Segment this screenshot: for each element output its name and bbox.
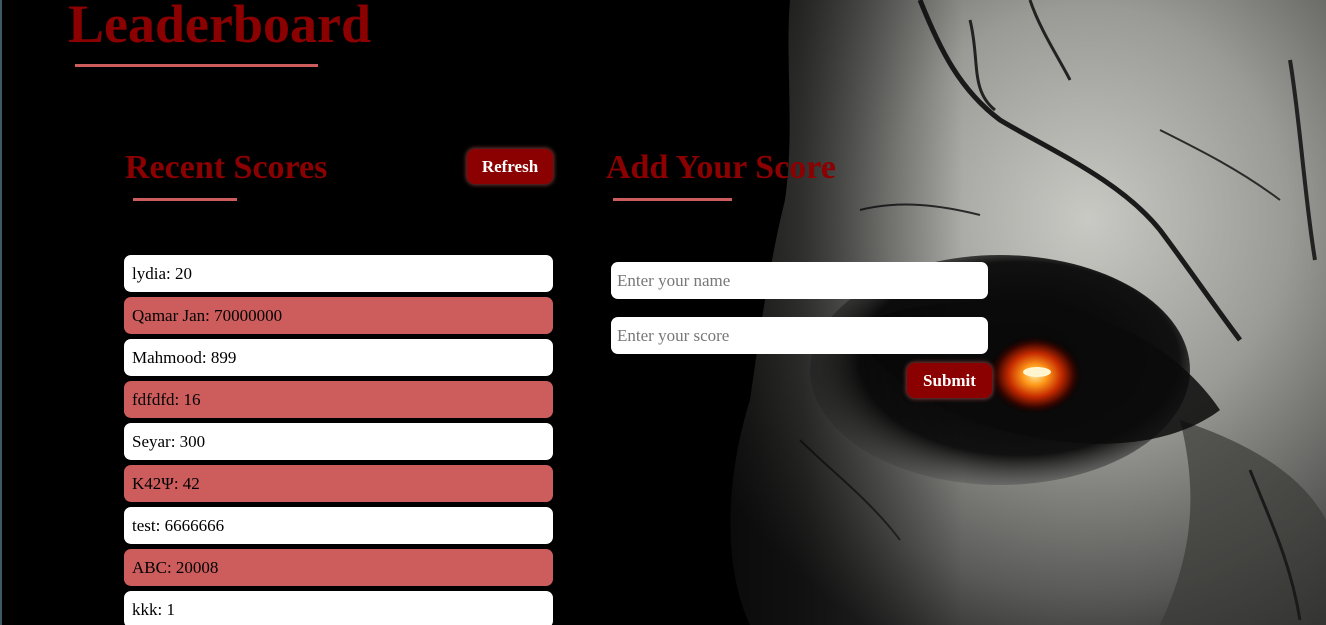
score-item: Seyar: 300 <box>124 423 553 460</box>
score-list: lydia: 20 Qamar Jan: 70000000 Mahmood: 8… <box>124 255 553 625</box>
score-item: Qamar Jan: 70000000 <box>124 297 553 334</box>
leaderboard-page: Leaderboard Recent Scores Refresh lydia:… <box>0 0 1326 625</box>
recent-scores-heading: Recent Scores <box>125 149 328 186</box>
window-edge <box>0 0 2 625</box>
refresh-button[interactable]: Refresh <box>467 149 553 184</box>
score-item: Mahmood: 899 <box>124 339 553 376</box>
score-input[interactable] <box>611 317 988 354</box>
add-score-heading: Add Your Score <box>606 149 836 186</box>
add-score-underline <box>613 198 732 201</box>
score-item: test: 6666666 <box>124 507 553 544</box>
score-item: ABC: 20008 <box>124 549 553 586</box>
score-item: kkk: 1 <box>124 591 553 625</box>
name-input[interactable] <box>611 262 988 299</box>
recent-scores-underline <box>133 198 237 201</box>
score-item: lydia: 20 <box>124 255 553 292</box>
score-item: K42Ψ: 42 <box>124 465 553 502</box>
score-item: fdfdfd: 16 <box>124 381 553 418</box>
skull-background-image <box>600 0 1326 625</box>
page-title: Leaderboard <box>68 0 371 54</box>
submit-button[interactable]: Submit <box>907 363 992 398</box>
title-underline <box>75 64 318 67</box>
